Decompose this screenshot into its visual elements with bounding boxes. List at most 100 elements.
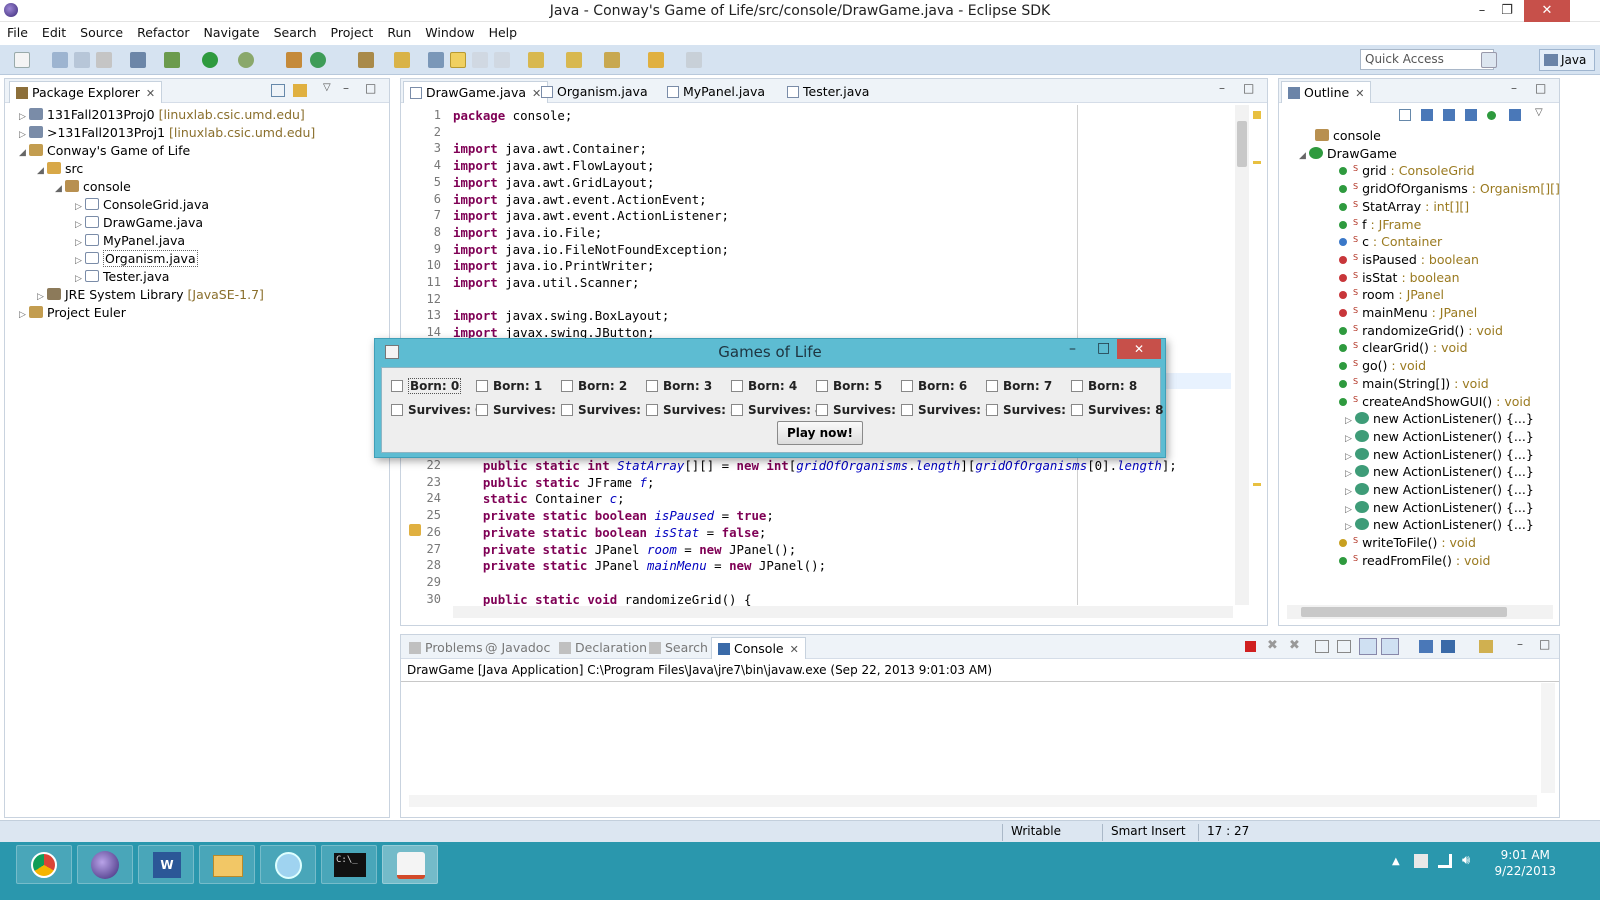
tab-organism[interactable]: Organism.java bbox=[535, 81, 654, 103]
outline-item[interactable]: Sgo() : void bbox=[1339, 358, 1426, 376]
expand-icon[interactable]: ▷ bbox=[1345, 505, 1355, 515]
menu-project[interactable]: Project bbox=[324, 22, 381, 43]
tree-item[interactable]: ▷ ConsoleGrid.java bbox=[75, 197, 209, 215]
menu-source[interactable]: Source bbox=[73, 22, 130, 43]
volume-icon[interactable]: 🔊︎ bbox=[1462, 853, 1470, 868]
code-line[interactable]: public static int StatArray[][] = new in… bbox=[453, 458, 1177, 473]
expand-icon[interactable]: ▷ bbox=[1345, 522, 1355, 532]
menu-search[interactable]: Search bbox=[267, 22, 324, 43]
new-class-icon[interactable] bbox=[310, 52, 326, 68]
checkbox-box[interactable] bbox=[901, 404, 913, 416]
horizontal-scrollbar[interactable] bbox=[453, 606, 1233, 618]
code-line[interactable]: private static JPanel mainMenu = new JPa… bbox=[453, 558, 826, 573]
collapse-icon[interactable]: ◢ bbox=[55, 184, 65, 194]
born-checkbox-4[interactable]: Born: 4 bbox=[731, 379, 797, 393]
previous-annotation-icon[interactable] bbox=[566, 52, 582, 68]
minimize-view-icon[interactable]: – bbox=[1511, 81, 1517, 95]
outline-item[interactable]: SmainMenu : JPanel bbox=[1339, 305, 1477, 323]
display-console-icon[interactable] bbox=[1441, 640, 1455, 653]
born-checkbox-6[interactable]: Born: 6 bbox=[901, 379, 967, 393]
code-line[interactable]: import java.awt.Container; bbox=[453, 141, 647, 156]
survives-checkbox-2[interactable]: Survives: 2 bbox=[561, 403, 653, 417]
outline-item[interactable]: ▷ new ActionListener() {...} bbox=[1345, 482, 1534, 500]
code-line[interactable]: private static JPanel room = new JPanel(… bbox=[453, 542, 796, 557]
warning-marker-icon[interactable] bbox=[409, 524, 421, 536]
vertical-scrollbar[interactable] bbox=[1235, 105, 1249, 605]
show-whitespace-icon[interactable] bbox=[494, 52, 510, 68]
tab-problems[interactable]: Problems bbox=[403, 637, 489, 659]
dialog-maximize-button[interactable]: □ bbox=[1097, 340, 1110, 356]
outline-item[interactable]: SisPaused : boolean bbox=[1339, 252, 1479, 270]
collapse-icon[interactable]: ◢ bbox=[19, 148, 29, 158]
remove-all-icon[interactable]: ✖ bbox=[1289, 638, 1300, 653]
open-perspective-icon[interactable] bbox=[1481, 52, 1497, 68]
scroll-thumb[interactable] bbox=[1301, 607, 1507, 617]
close-button[interactable]: ✕ bbox=[1524, 0, 1570, 22]
clear-console-icon[interactable] bbox=[1315, 640, 1329, 653]
born-checkbox-5[interactable]: Born: 5 bbox=[816, 379, 882, 393]
hide-static-icon[interactable] bbox=[1465, 109, 1477, 121]
outline-item[interactable]: Sc : Container bbox=[1339, 234, 1442, 252]
code-line[interactable]: import java.io.File; bbox=[453, 225, 602, 240]
tree-item[interactable]: ▷ >131Fall2013Proj1 [linuxlab.csic.umd.ed… bbox=[19, 125, 315, 143]
expand-icon[interactable]: ▷ bbox=[19, 130, 29, 140]
show-stdout-icon[interactable] bbox=[1359, 638, 1377, 655]
command-prompt-taskbar-icon[interactable]: C:\_ bbox=[321, 845, 377, 884]
forward-icon[interactable] bbox=[686, 52, 702, 68]
minimize-view-icon[interactable]: – bbox=[1517, 637, 1523, 651]
play-now-button[interactable]: Play now! bbox=[777, 421, 863, 445]
expand-icon[interactable]: ▷ bbox=[75, 220, 85, 230]
code-line[interactable]: public static void randomizeGrid() { bbox=[453, 592, 752, 607]
external-tools-icon[interactable] bbox=[238, 52, 254, 68]
maximize-view-icon[interactable]: □ bbox=[1539, 637, 1550, 651]
open-console-icon[interactable] bbox=[1479, 640, 1493, 653]
scroll-thumb[interactable] bbox=[1237, 121, 1247, 167]
code-line[interactable]: static Container c; bbox=[453, 491, 625, 506]
hide-fields-icon[interactable] bbox=[1443, 109, 1455, 121]
skip-breakpoints-icon[interactable] bbox=[130, 52, 146, 68]
java-perspective-button[interactable]: Java bbox=[1539, 49, 1595, 71]
open-task-icon[interactable] bbox=[394, 52, 410, 68]
overview-ruler-marker[interactable] bbox=[1253, 483, 1261, 486]
outline-item[interactable]: Sroom : JPanel bbox=[1339, 287, 1444, 305]
taskbar-clock[interactable]: 9:01 AM 9/22/2013 bbox=[1494, 847, 1556, 879]
checkbox-box[interactable] bbox=[1071, 404, 1083, 416]
born-checkbox-1[interactable]: Born: 1 bbox=[476, 379, 542, 393]
horizontal-scrollbar[interactable] bbox=[1287, 605, 1553, 619]
expand-icon[interactable]: ▷ bbox=[37, 292, 47, 302]
tab-package-explorer[interactable]: Package Explorer ✕ bbox=[9, 81, 163, 103]
outline-item[interactable]: SrandomizeGrid() : void bbox=[1339, 323, 1503, 341]
checkbox-box[interactable] bbox=[1071, 380, 1083, 392]
code-line[interactable]: private static boolean isPaused = true; bbox=[453, 508, 774, 523]
app-taskbar-icon[interactable] bbox=[260, 845, 316, 884]
born-checkbox-0[interactable]: Born: 0 bbox=[391, 378, 462, 394]
checkbox-box[interactable] bbox=[816, 380, 828, 392]
tab-declaration[interactable]: Declaration bbox=[553, 637, 653, 659]
survives-checkbox-0[interactable]: Survives: 0 bbox=[391, 403, 483, 417]
vertical-scrollbar[interactable] bbox=[1541, 683, 1555, 793]
checkbox-box[interactable] bbox=[816, 404, 828, 416]
born-checkbox-3[interactable]: Born: 3 bbox=[646, 379, 712, 393]
minimize-view-icon[interactable]: – bbox=[343, 81, 349, 95]
born-checkbox-2[interactable]: Born: 2 bbox=[561, 379, 627, 393]
outline-item[interactable]: Sgrid : ConsoleGrid bbox=[1339, 163, 1475, 181]
tab-outline[interactable]: Outline ✕ bbox=[1281, 81, 1372, 103]
tree-item[interactable]: ▷ Organism.java bbox=[75, 250, 198, 269]
show-stderr-icon[interactable] bbox=[1381, 638, 1399, 655]
expand-icon[interactable]: ▷ bbox=[1345, 487, 1355, 497]
last-edit-icon[interactable] bbox=[604, 52, 620, 68]
code-line[interactable]: import java.io.FileNotFoundException; bbox=[453, 242, 729, 257]
survives-checkbox-8[interactable]: Survives: 8 bbox=[1071, 403, 1163, 417]
checkbox-box[interactable] bbox=[561, 380, 573, 392]
next-annotation-icon[interactable] bbox=[528, 52, 544, 68]
survives-checkbox-3[interactable]: Survives: 3 bbox=[646, 403, 738, 417]
code-line[interactable]: import java.awt.event.ActionEvent; bbox=[453, 192, 707, 207]
print-icon[interactable] bbox=[96, 52, 112, 68]
collapse-all-icon[interactable] bbox=[1399, 109, 1411, 121]
block-selection-icon[interactable] bbox=[472, 52, 488, 68]
maximize-view-icon[interactable]: □ bbox=[1535, 81, 1546, 95]
tree-item[interactable]: ▷ JRE System Library [JavaSE-1.7] bbox=[37, 287, 264, 305]
maximize-view-icon[interactable]: □ bbox=[1243, 81, 1254, 95]
checkbox-box[interactable] bbox=[646, 380, 658, 392]
tree-item[interactable]: ◢ console bbox=[55, 179, 131, 197]
